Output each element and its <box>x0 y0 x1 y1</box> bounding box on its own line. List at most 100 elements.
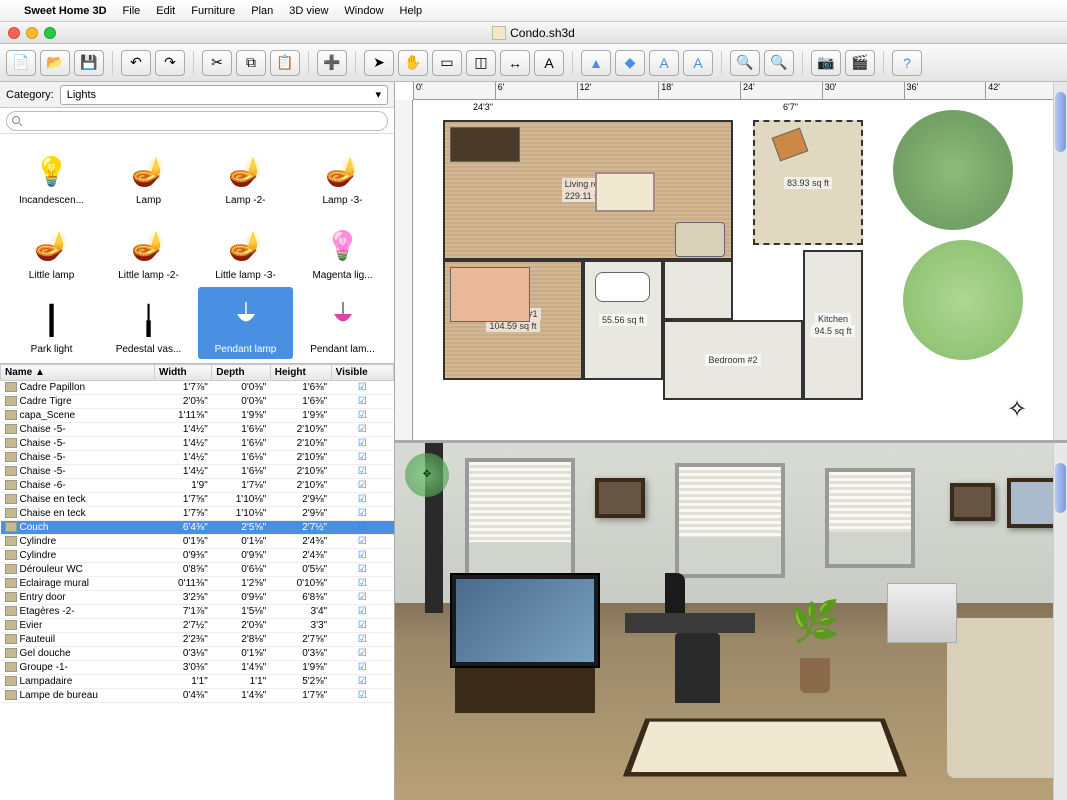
catalog-item[interactable]: 🪔Lamp <box>101 138 196 210</box>
3d-view[interactable]: ✥ <box>395 443 1067 800</box>
table-row[interactable]: Chaise -5-1'4½"1'6⅛"2'10⅝"☑ <box>1 451 394 465</box>
video-button[interactable]: 🎬 <box>845 50 875 76</box>
room-tool-button[interactable]: ◫ <box>466 50 496 76</box>
visible-checkbox[interactable]: ☑ <box>331 661 393 675</box>
copy-button[interactable]: ⧉ <box>236 50 266 76</box>
table-row[interactable]: Groupe -1-3'0⅜"1'4⅝"1'9⅝"☑ <box>1 661 394 675</box>
table-row[interactable]: Chaise -6-1'9"1'7⅛"2'10⅝"☑ <box>1 479 394 493</box>
category-select[interactable]: Lights ▾ <box>60 85 388 105</box>
table-row[interactable]: Gel douche0'3⅛"0'1⅝"0'3⅛"☑ <box>1 647 394 661</box>
visible-checkbox[interactable]: ☑ <box>331 479 393 493</box>
zoom-icon[interactable] <box>44 27 56 39</box>
help-button[interactable]: ? <box>892 50 922 76</box>
table-row[interactable]: Fauteuil2'2⅜"2'8⅛"2'7⅝"☑ <box>1 633 394 647</box>
visible-checkbox[interactable]: ☑ <box>331 633 393 647</box>
visible-checkbox[interactable]: ☑ <box>331 493 393 507</box>
add-furniture-button[interactable]: ➕ <box>317 50 347 76</box>
catalog-item[interactable]: 🪔Lamp -2- <box>198 138 293 210</box>
visible-checkbox[interactable]: ☑ <box>331 465 393 479</box>
catalog-item[interactable]: ┃Park light <box>4 287 99 359</box>
open-button[interactable]: 📂 <box>40 50 70 76</box>
app-name[interactable]: Sweet Home 3D <box>24 5 107 17</box>
visible-checkbox[interactable]: ☑ <box>331 451 393 465</box>
scrollbar[interactable] <box>1053 82 1067 440</box>
obj1-button[interactable]: ▲ <box>581 50 611 76</box>
visible-checkbox[interactable]: ☑ <box>331 605 393 619</box>
table-row[interactable]: Etagères -2-7'1⅞"1'5⅛"3'4"☑ <box>1 605 394 619</box>
obj2-button[interactable]: ◆ <box>615 50 645 76</box>
visible-checkbox[interactable]: ☑ <box>331 577 393 591</box>
table-row[interactable]: Chaise -5-1'4½"1'6⅛"2'10⅝"☑ <box>1 465 394 479</box>
pan-tool-button[interactable]: ✋ <box>398 50 428 76</box>
column-header[interactable]: Width <box>154 365 211 381</box>
wall-tool-button[interactable]: ▭ <box>432 50 462 76</box>
dimension-tool-button[interactable]: ↔ <box>500 50 530 76</box>
visible-checkbox[interactable]: ☑ <box>331 409 393 423</box>
plan-view[interactable]: 0'6'12'18'24'30'36'42' Living room 229.1… <box>395 82 1067 443</box>
table-row[interactable]: capa_Scene1'11⅝"1'9⅝"1'9⅝"☑ <box>1 409 394 423</box>
table-row[interactable]: Chaise -5-1'4½"1'6⅛"2'10⅝"☑ <box>1 437 394 451</box>
visible-checkbox[interactable]: ☑ <box>331 395 393 409</box>
scrollbar[interactable] <box>1053 443 1067 800</box>
table-row[interactable]: Cadre Tigre2'0⅜"0'0⅜"1'6⅜"☑ <box>1 395 394 409</box>
visible-checkbox[interactable]: ☑ <box>331 535 393 549</box>
text-tool-button[interactable]: A <box>534 50 564 76</box>
menu-furniture[interactable]: Furniture <box>191 5 235 17</box>
minimize-icon[interactable] <box>26 27 38 39</box>
close-icon[interactable] <box>8 27 20 39</box>
redo-button[interactable]: ↷ <box>155 50 185 76</box>
table-row[interactable]: Cadre Papillon1'7⅞"0'0⅜"1'6⅜"☑ <box>1 381 394 395</box>
search-input[interactable] <box>6 111 388 131</box>
select-tool-button[interactable]: ➤ <box>364 50 394 76</box>
catalog-item[interactable]: 💡Magenta lig... <box>295 212 390 284</box>
table-row[interactable]: Chaise en teck1'7⅝"1'10⅛"2'9⅛"☑ <box>1 493 394 507</box>
table-row[interactable]: Lampadaire1'1"1'1"5'2⅝"☑ <box>1 675 394 689</box>
catalog-item[interactable]: 🪔Little lamp <box>4 212 99 284</box>
visible-checkbox[interactable]: ☑ <box>331 507 393 521</box>
visible-checkbox[interactable]: ☑ <box>331 549 393 563</box>
visible-checkbox[interactable]: ☑ <box>331 591 393 605</box>
obj3-button[interactable]: A <box>649 50 679 76</box>
table-row[interactable]: Couch6'4⅜"2'5⅝"2'7½"☑ <box>1 521 394 535</box>
catalog-item[interactable]: 💡Incandescen... <box>4 138 99 210</box>
catalog-item[interactable]: Pendant lam... <box>295 287 390 359</box>
column-header[interactable]: Depth <box>212 365 270 381</box>
catalog-item[interactable]: Pendant lamp <box>198 287 293 359</box>
catalog-item[interactable]: 🪔Little lamp -2- <box>101 212 196 284</box>
visible-checkbox[interactable]: ☑ <box>331 689 393 703</box>
table-row[interactable]: Dérouleur WC0'8⅝"0'6⅛"0'5⅛"☑ <box>1 563 394 577</box>
table-row[interactable]: Entry door3'2⅝"0'9⅛"6'8⅜"☑ <box>1 591 394 605</box>
visible-checkbox[interactable]: ☑ <box>331 437 393 451</box>
new-file-button[interactable]: 📄 <box>6 50 36 76</box>
visible-checkbox[interactable]: ☑ <box>331 423 393 437</box>
table-row[interactable]: Evier2'7½"2'0⅜"3'3"☑ <box>1 619 394 633</box>
table-row[interactable]: Eclairage mural0'11⅜"1'2⅝"0'10⅜"☑ <box>1 577 394 591</box>
visible-checkbox[interactable]: ☑ <box>331 521 393 535</box>
menu-file[interactable]: File <box>123 5 141 17</box>
cut-button[interactable]: ✂ <box>202 50 232 76</box>
3d-nav-control[interactable]: ✥ <box>405 453 449 497</box>
photo-button[interactable]: 📷 <box>811 50 841 76</box>
table-row[interactable]: Cylindre0'9⅜"0'9⅝"2'4⅜"☑ <box>1 549 394 563</box>
menu-help[interactable]: Help <box>400 5 423 17</box>
column-header[interactable]: Visible <box>331 365 393 381</box>
menu-window[interactable]: Window <box>344 5 383 17</box>
paste-button[interactable]: 📋 <box>270 50 300 76</box>
save-button[interactable]: 💾 <box>74 50 104 76</box>
menu-edit[interactable]: Edit <box>156 5 175 17</box>
table-row[interactable]: Lampe de bureau0'4⅜"1'4⅜"1'7⅝"☑ <box>1 689 394 703</box>
catalog-item[interactable]: 🪔Little lamp -3- <box>198 212 293 284</box>
undo-button[interactable]: ↶ <box>121 50 151 76</box>
visible-checkbox[interactable]: ☑ <box>331 563 393 577</box>
visible-checkbox[interactable]: ☑ <box>331 381 393 395</box>
obj4-button[interactable]: A <box>683 50 713 76</box>
visible-checkbox[interactable]: ☑ <box>331 619 393 633</box>
visible-checkbox[interactable]: ☑ <box>331 675 393 689</box>
column-header[interactable]: Name ▲ <box>1 365 155 381</box>
table-row[interactable]: Chaise -5-1'4½"1'6⅛"2'10⅝"☑ <box>1 423 394 437</box>
zoom-in-button[interactable]: 🔍 <box>730 50 760 76</box>
menu-3dview[interactable]: 3D view <box>289 5 328 17</box>
catalog-item[interactable]: ╽Pedestal vas... <box>101 287 196 359</box>
column-header[interactable]: Height <box>270 365 331 381</box>
visible-checkbox[interactable]: ☑ <box>331 647 393 661</box>
